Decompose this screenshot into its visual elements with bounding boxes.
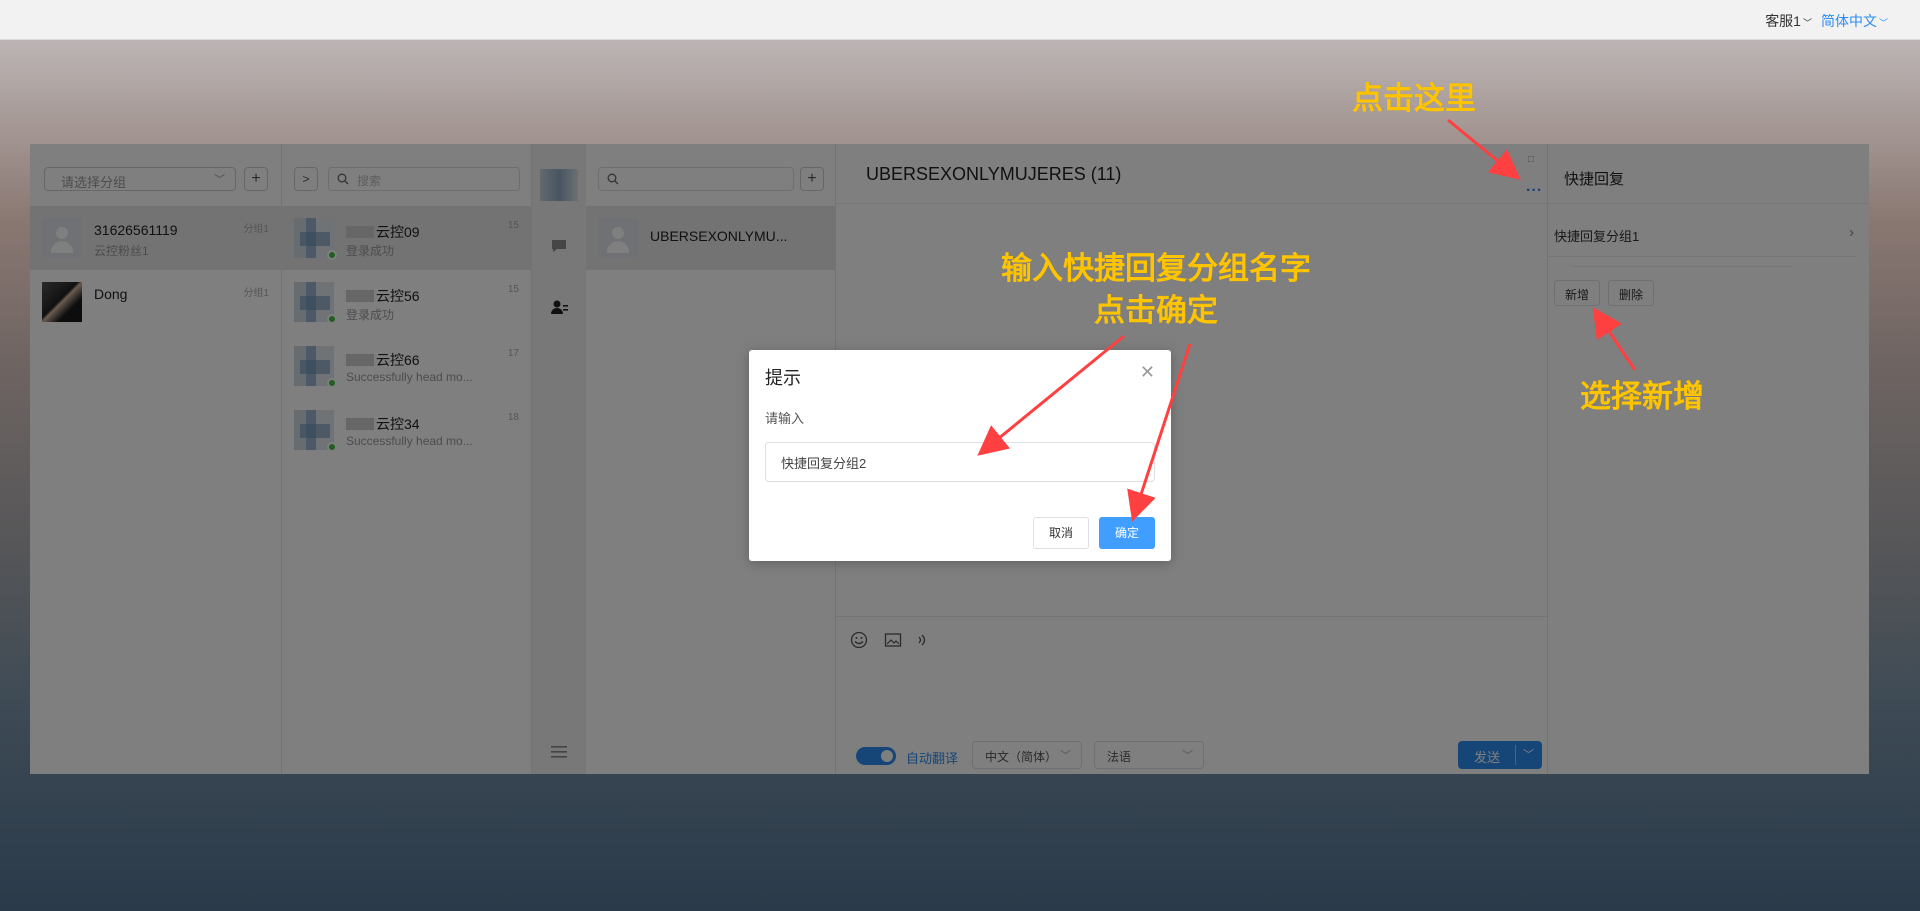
- arrow-to-confirm: [1127, 343, 1192, 522]
- arrow-to-more-button: [1447, 118, 1521, 180]
- annotation-arrows: [977, 118, 1637, 522]
- arrow-to-add-button: [1592, 307, 1637, 371]
- arrow-to-input: [977, 334, 1125, 456]
